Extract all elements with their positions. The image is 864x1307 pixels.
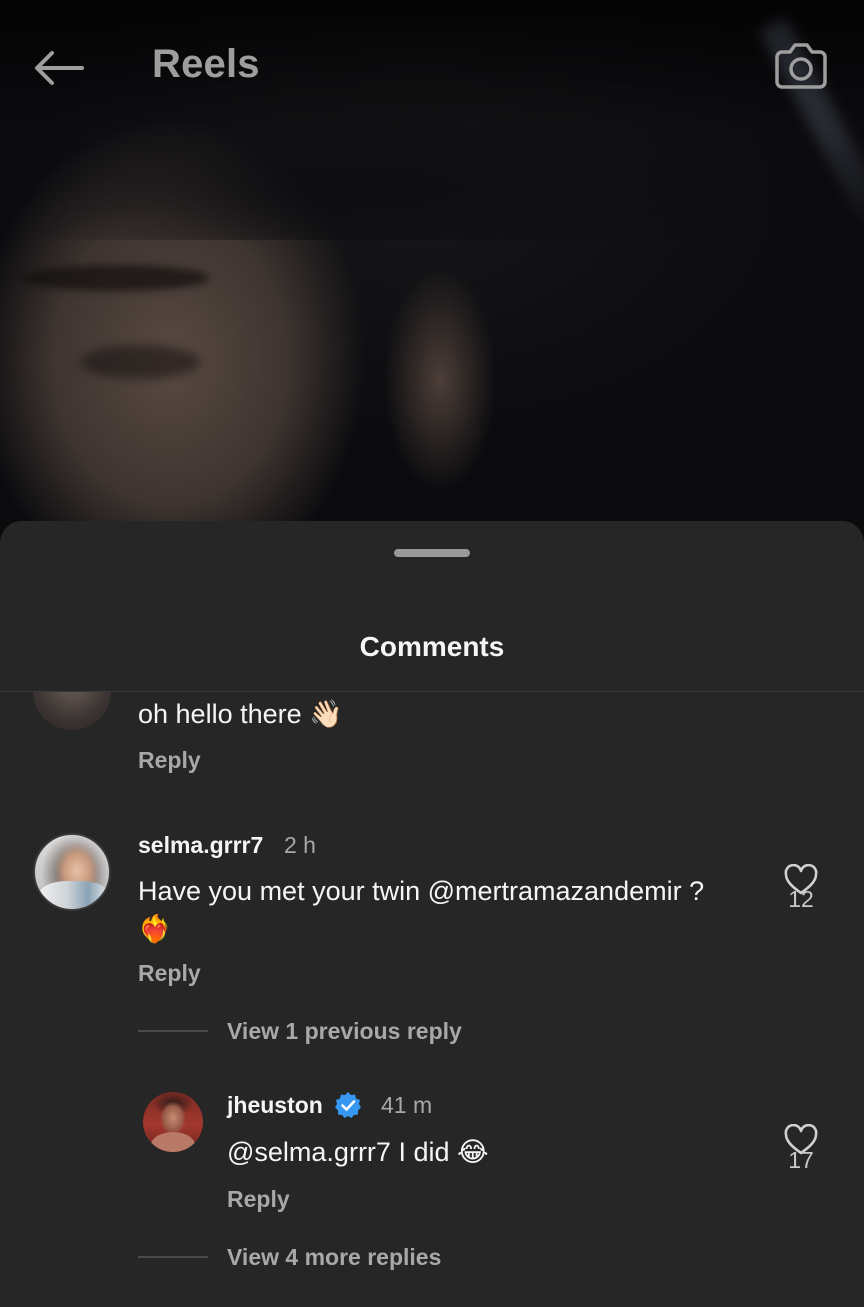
reply-username[interactable]: jheuston <box>227 1092 323 1119</box>
comments-sheet: Comments oh hello there 👋🏻 Reply selma.g… <box>0 521 864 1307</box>
reels-top-bar: Reels <box>0 0 864 130</box>
video-brow <box>20 265 210 291</box>
reply-button[interactable]: Reply <box>227 1186 290 1213</box>
avatar-shoulders <box>151 1132 195 1152</box>
avatar[interactable] <box>33 833 111 911</box>
arrow-left-icon[interactable] <box>32 48 84 88</box>
comment-text: oh hello there 👋🏻 <box>138 699 343 730</box>
reply-button[interactable]: Reply <box>138 960 201 987</box>
camera-icon[interactable] <box>774 40 828 90</box>
video-eye <box>80 345 200 379</box>
view-previous-replies-button[interactable]: View 1 previous reply <box>227 1018 462 1045</box>
heart-on-fire-emoji: ❤️‍🔥 <box>138 914 172 945</box>
reply-text: @selma.grrr7 I did 😂 <box>227 1137 489 1168</box>
comment-timestamp: 2 h <box>284 832 316 858</box>
like-count: 17 <box>788 1147 814 1173</box>
replies-divider-line <box>138 1030 208 1032</box>
comments-list[interactable]: oh hello there 👋🏻 Reply selma.grrr7 2 h … <box>0 692 864 1307</box>
avatar[interactable] <box>33 692 111 730</box>
avatar[interactable] <box>143 1092 203 1152</box>
comment-username[interactable]: selma.grrr7 <box>138 832 263 859</box>
reply-button[interactable]: Reply <box>138 747 201 774</box>
view-more-replies-button[interactable]: View 4 more replies <box>227 1244 441 1271</box>
replies-divider-line <box>138 1256 208 1258</box>
avatar-scarf <box>39 881 109 909</box>
reply-timestamp: 41 m <box>381 1092 433 1118</box>
comments-title: Comments <box>359 631 505 662</box>
verified-badge-icon <box>335 1092 361 1118</box>
waving-hand-emoji: 👋🏻 <box>309 699 343 730</box>
laughing-emoji: 😂 <box>457 1137 489 1168</box>
like-count: 12 <box>788 886 814 912</box>
comment-text: Have you met your twin @mertramazandemir… <box>138 876 705 945</box>
page-title: Reels <box>152 42 260 86</box>
drag-handle[interactable] <box>394 549 470 557</box>
